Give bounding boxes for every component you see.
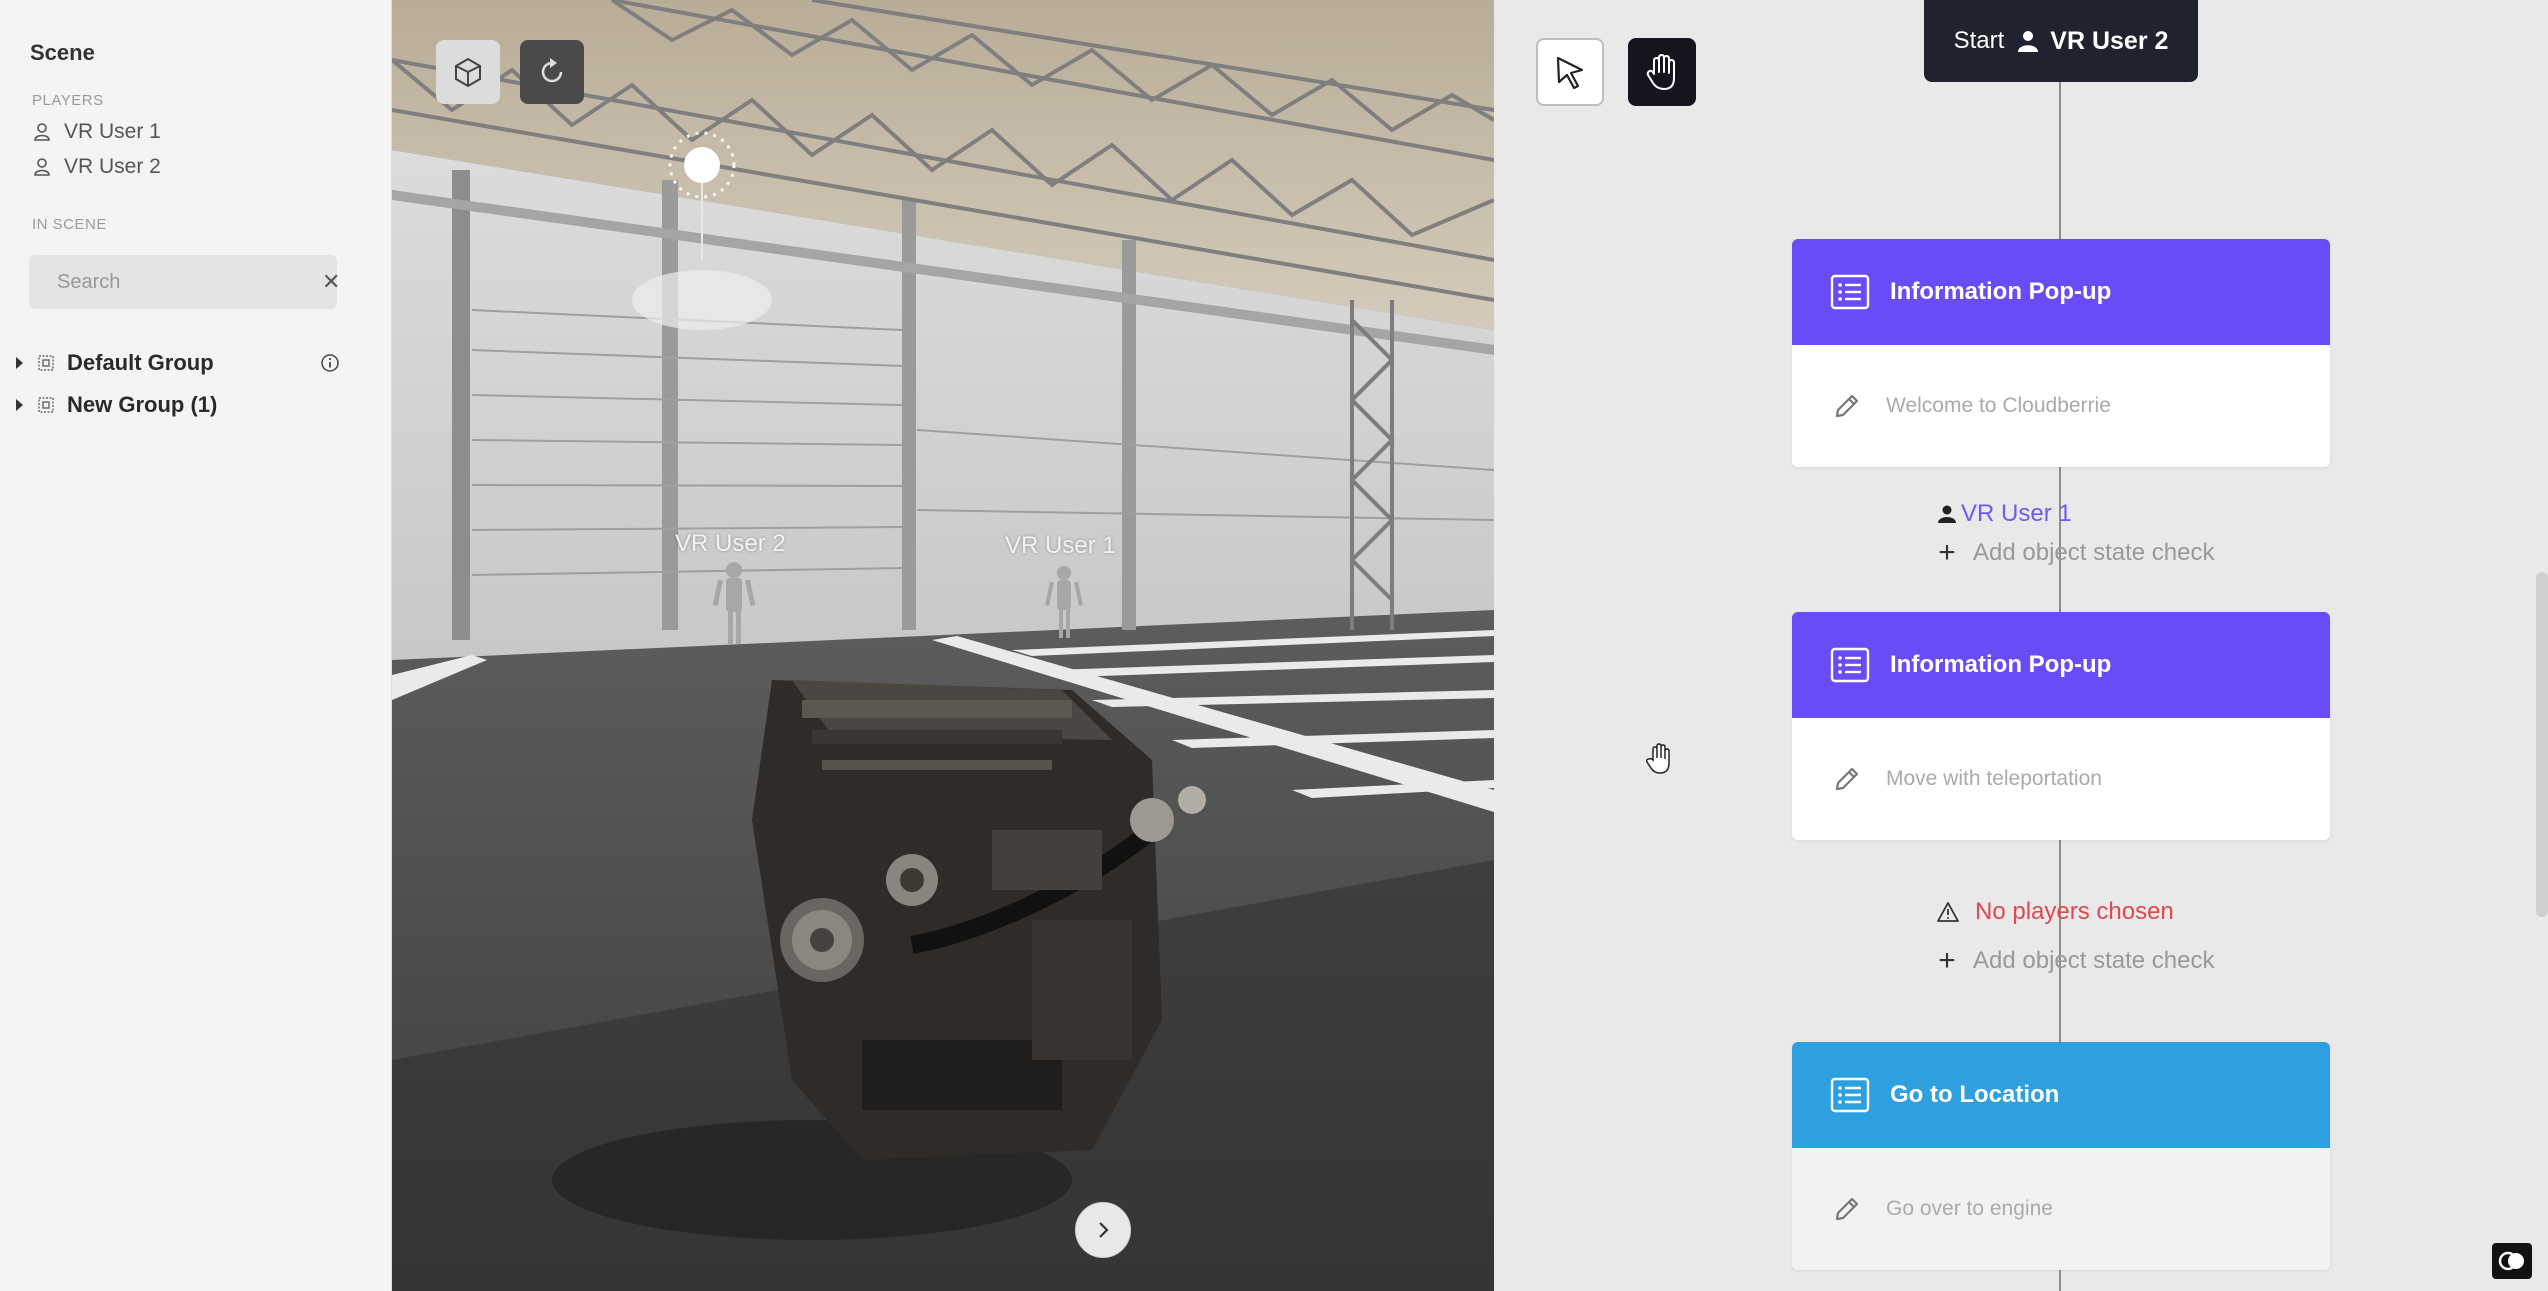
node-description: Welcome to Cloudberrie bbox=[1886, 394, 2111, 417]
player-item-vr-user-2[interactable]: VR User 2 bbox=[32, 152, 161, 182]
player-warning[interactable]: No players chosen bbox=[1937, 896, 2174, 928]
info-icon[interactable] bbox=[320, 353, 340, 373]
flow-node-go-to-location[interactable]: Go to Location Go over to engine bbox=[1792, 1042, 2330, 1270]
warehouse-scene bbox=[392, 0, 1494, 1291]
user-icon bbox=[1938, 505, 1956, 523]
expand-caret-icon[interactable] bbox=[16, 399, 23, 411]
pencil-icon[interactable] bbox=[1832, 1194, 1862, 1224]
node-body[interactable]: Move with teleportation bbox=[1792, 718, 2330, 840]
avatar-label-vr-user-1: VR User 1 bbox=[1005, 532, 1116, 559]
node-description: Go over to engine bbox=[1886, 1197, 2053, 1220]
app-logo-icon bbox=[2492, 1243, 2532, 1279]
player-link[interactable]: VR User 1 bbox=[1937, 498, 2072, 530]
node-title: Go to Location bbox=[1890, 1081, 2060, 1108]
vertical-scrollbar[interactable] bbox=[2536, 572, 2548, 917]
pencil-icon[interactable] bbox=[1832, 391, 1862, 421]
warning-text: No players chosen bbox=[1975, 898, 2174, 925]
node-header: Information Pop-up bbox=[1792, 612, 2330, 718]
player-name: VR User 2 bbox=[64, 155, 161, 178]
axis-cube-icon bbox=[455, 57, 481, 88]
add-object-state-check-link[interactable]: + Add object state check bbox=[1937, 537, 2214, 569]
list-icon bbox=[1830, 274, 1870, 310]
group-item-new-group[interactable]: New Group (1) bbox=[16, 388, 340, 422]
node-body[interactable]: Welcome to Cloudberrie bbox=[1792, 345, 2330, 467]
scene-sidebar: Scene PLAYERS VR User 1 VR User 2 IN SCE… bbox=[0, 0, 392, 1291]
group-name: Default Group bbox=[67, 350, 214, 375]
user-icon bbox=[2018, 31, 2039, 52]
hand-cursor-icon bbox=[1646, 743, 1670, 774]
flow-connector bbox=[2059, 82, 2061, 240]
search-box: ✕ bbox=[29, 255, 340, 309]
add-check-label: Add object state check bbox=[1973, 539, 2215, 566]
node-description: Move with teleportation bbox=[1886, 767, 2102, 790]
node-title: Information Pop-up bbox=[1890, 651, 2112, 678]
flow-connector bbox=[2059, 1270, 2061, 1291]
cursor-arrow-icon bbox=[1556, 56, 1584, 90]
user-icon bbox=[34, 123, 50, 141]
assigned-player: VR User 1 bbox=[1961, 500, 2072, 527]
perspective-button[interactable] bbox=[436, 40, 500, 104]
expand-panel-button[interactable] bbox=[1075, 1202, 1131, 1258]
flow-editor[interactable]: Start VR User 2 Information Pop-up Welco… bbox=[1494, 0, 2548, 1291]
flow-connector bbox=[2059, 840, 2061, 1042]
plus-icon: + bbox=[1938, 536, 1956, 569]
warning-icon bbox=[1937, 902, 1959, 922]
group-icon bbox=[38, 397, 54, 413]
pan-tool-button[interactable] bbox=[1628, 38, 1696, 106]
start-node[interactable]: Start VR User 2 bbox=[1924, 0, 2198, 82]
node-body[interactable]: Go over to engine bbox=[1792, 1148, 2330, 1270]
start-label: Start bbox=[1953, 27, 2005, 54]
list-icon bbox=[1830, 647, 1870, 683]
flow-node-information-popup[interactable]: Information Pop-up Move with teleportati… bbox=[1792, 612, 2330, 840]
search-input[interactable] bbox=[57, 270, 322, 294]
reset-rotation-button[interactable] bbox=[520, 40, 584, 104]
group-item-default-group[interactable]: Default Group bbox=[16, 346, 340, 380]
player-item-vr-user-1[interactable]: VR User 1 bbox=[32, 117, 161, 147]
node-header: Go to Location bbox=[1792, 1042, 2330, 1148]
user-icon bbox=[34, 158, 50, 176]
expand-caret-icon[interactable] bbox=[16, 357, 23, 369]
pencil-icon[interactable] bbox=[1832, 764, 1862, 794]
chevron-right-icon bbox=[1099, 1222, 1109, 1238]
node-header: Information Pop-up bbox=[1792, 239, 2330, 345]
avatar-label-vr-user-2: VR User 2 bbox=[675, 530, 786, 557]
players-label: PLAYERS bbox=[32, 92, 104, 109]
scene-viewport[interactable]: VR User 2 VR User 1 bbox=[392, 0, 1494, 1291]
group-icon bbox=[38, 355, 54, 371]
flow-node-information-popup[interactable]: Information Pop-up Welcome to Cloudberri… bbox=[1792, 239, 2330, 467]
scene-title: Scene bbox=[30, 40, 95, 65]
rotate-icon bbox=[541, 58, 563, 83]
add-object-state-check-link[interactable]: + Add object state check bbox=[1937, 945, 2214, 977]
add-check-label: Add object state check bbox=[1973, 947, 2215, 974]
node-title: Information Pop-up bbox=[1890, 278, 2112, 305]
group-name: New Group (1) bbox=[67, 392, 218, 417]
list-icon bbox=[1830, 1077, 1870, 1113]
player-name: VR User 1 bbox=[64, 120, 161, 143]
hand-icon bbox=[1646, 54, 1675, 90]
in-scene-label: IN SCENE bbox=[32, 216, 107, 233]
start-user: VR User 2 bbox=[2016, 27, 2168, 56]
select-tool-button[interactable] bbox=[1536, 38, 1604, 106]
clear-search-icon[interactable]: ✕ bbox=[322, 269, 340, 295]
plus-icon: + bbox=[1938, 944, 1956, 977]
start-user-name: VR User 2 bbox=[2050, 26, 2169, 55]
